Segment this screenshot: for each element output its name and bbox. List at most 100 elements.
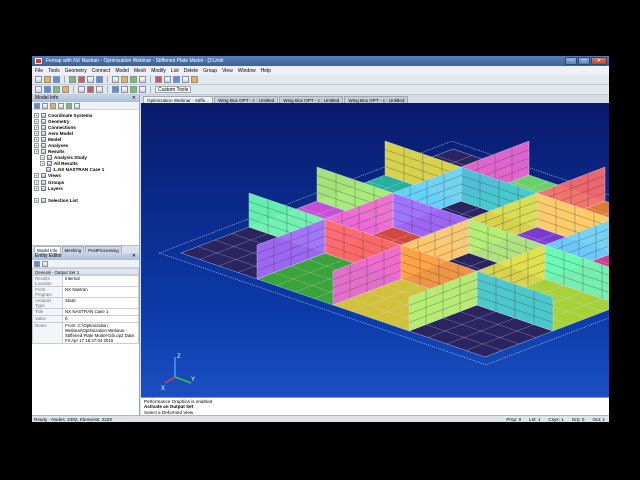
editor-key: Title: [32, 308, 63, 316]
tree-folder-icon: [41, 124, 46, 130]
save-icon[interactable]: [53, 76, 60, 83]
layer-icon[interactable]: [121, 86, 128, 93]
group-icon[interactable]: [112, 86, 119, 93]
tree-toggle-icon[interactable]: +: [40, 161, 45, 167]
menu-view[interactable]: View: [222, 68, 233, 74]
point-icon[interactable]: [69, 76, 76, 83]
open-folder-icon[interactable]: [44, 76, 51, 83]
rotate-icon[interactable]: [173, 76, 180, 83]
label-icon[interactable]: [87, 86, 94, 93]
menu-geometry[interactable]: Geometry: [65, 68, 87, 74]
editor-value[interactable]: Internal: [62, 275, 139, 287]
tree-node-label: All Results: [54, 161, 78, 167]
tree-folder-icon: [41, 112, 46, 118]
menu-delete[interactable]: Delete: [184, 68, 198, 74]
menu-mesh[interactable]: Mesh: [134, 68, 146, 74]
tree-toggle-icon[interactable]: +: [34, 130, 39, 136]
tree-toggle-icon[interactable]: +: [34, 124, 39, 130]
editor-apply-icon[interactable]: [42, 260, 48, 267]
view-tab[interactable]: Wing Box OPT - c : Untitled: [344, 96, 409, 103]
entity-editor-title: Entity Editor: [35, 253, 62, 259]
menu-help[interactable]: Help: [261, 68, 271, 74]
entity-editor-section: General - Output Set 1: [32, 268, 139, 275]
tree-toggle-icon[interactable]: +: [34, 118, 39, 124]
constraint-icon[interactable]: [130, 76, 137, 83]
tree-node-label: Geometry: [48, 118, 70, 124]
model-tree: + Coordinate Systems + Geometry + Connections…: [32, 110, 139, 245]
custom-tools-button[interactable]: Custom Tools: [155, 86, 192, 93]
tab-model-info[interactable]: Model Info: [34, 246, 61, 253]
tree-toggle-icon[interactable]: +: [34, 136, 39, 142]
y-axis-label: Y: [191, 377, 195, 383]
zoom-icon[interactable]: [182, 76, 189, 83]
menu-window[interactable]: Window: [238, 68, 256, 74]
tree-toggle-icon[interactable]: +: [34, 179, 39, 185]
editor-value[interactable]: 0.: [62, 315, 139, 323]
status-indicators: Prop: 0 Lst: 1 Csys: 1 Grp: 0 Out: 1: [506, 417, 609, 422]
solid-icon[interactable]: [96, 76, 103, 83]
close-button[interactable]: ✕: [591, 57, 607, 65]
tree-folder-icon: [41, 136, 46, 142]
menu-group[interactable]: Group: [203, 68, 217, 74]
status-text: Ready - Nodes: 2492, Elements: 2228: [34, 416, 112, 422]
tree-collapse-icon[interactable]: [42, 102, 48, 109]
autoscale-icon[interactable]: [191, 76, 198, 83]
editor-sort-icon[interactable]: [34, 260, 40, 267]
menu-tools[interactable]: Tools: [48, 68, 60, 74]
load-icon[interactable]: [121, 76, 128, 83]
model-viewport[interactable]: Z Y X: [141, 103, 609, 397]
deform-icon[interactable]: [53, 86, 60, 93]
status-indicator: Csys: 1: [548, 416, 564, 422]
menu-file[interactable]: File: [35, 68, 43, 74]
menu-modify[interactable]: Modify: [151, 68, 166, 74]
mesh-icon[interactable]: [112, 76, 119, 83]
entity-editor-table: Results Location Internal From Program NX N…: [32, 275, 139, 344]
tab-postprocessing[interactable]: PostProcessing: [85, 246, 122, 253]
workplane-icon[interactable]: [130, 86, 137, 93]
curve-icon[interactable]: [78, 76, 85, 83]
status-indicator: Prop: 0: [506, 416, 522, 422]
contour-icon[interactable]: [62, 86, 69, 93]
tree-folder-icon: [41, 179, 46, 185]
tree-toggle-icon[interactable]: +: [34, 185, 39, 191]
tree-expand-icon[interactable]: [34, 102, 40, 109]
panel-close-icon[interactable]: ✕: [132, 253, 136, 260]
new-file-icon[interactable]: [35, 76, 42, 83]
tree-toggle-icon[interactable]: +: [34, 112, 39, 118]
minimize-button[interactable]: –: [565, 57, 577, 65]
select-icon[interactable]: [155, 76, 162, 83]
view-style-icon[interactable]: [44, 86, 51, 93]
entity-editor-header: Entity Editor ✕: [32, 253, 139, 260]
tree-hide-icon[interactable]: [74, 102, 80, 109]
editor-value[interactable]: NX NASTRAN Case 1: [62, 308, 139, 316]
analyze-icon[interactable]: [139, 76, 146, 83]
editor-value[interactable]: NX Nastran: [62, 286, 139, 298]
snap-icon[interactable]: [139, 86, 146, 93]
view-tab[interactable]: Wing Box OPT - c : Untitled: [214, 96, 279, 103]
view-tab[interactable]: Optimization Webinar - Stiffe...: [143, 96, 214, 103]
tree-node[interactable]: + Selection List: [32, 197, 139, 203]
tree-filter-icon[interactable]: [50, 102, 56, 109]
menu-list[interactable]: List: [171, 68, 179, 74]
tree-toggle-icon[interactable]: +: [34, 173, 39, 179]
entity-display-icon[interactable]: [78, 86, 85, 93]
tree-toggle-icon[interactable]: +: [34, 197, 39, 203]
tree-show-icon[interactable]: [66, 102, 72, 109]
editor-value[interactable]: Static: [62, 297, 139, 309]
editor-value[interactable]: From: C:\Optimization Webinar\Optimizati…: [62, 322, 139, 344]
tree-toggle-icon[interactable]: +: [34, 143, 39, 149]
surface-icon[interactable]: [87, 76, 94, 83]
render-icon[interactable]: [96, 86, 103, 93]
pan-icon[interactable]: [164, 76, 171, 83]
tree-toggle-icon[interactable]: +: [34, 149, 39, 155]
menu-connect[interactable]: Connect: [92, 68, 111, 74]
menu-model[interactable]: Model: [115, 68, 129, 74]
tree-refresh-icon[interactable]: [58, 102, 64, 109]
tree-toggle-icon[interactable]: +: [40, 155, 45, 161]
tree-folder-icon: [41, 185, 46, 191]
panel-close-icon[interactable]: ✕: [132, 95, 136, 102]
tab-meshing[interactable]: Meshing: [61, 246, 85, 253]
maximize-button[interactable]: □: [578, 57, 590, 65]
view-options-icon[interactable]: [35, 86, 42, 93]
view-tab[interactable]: Wing Box OPT - c : Untitled: [279, 96, 344, 103]
